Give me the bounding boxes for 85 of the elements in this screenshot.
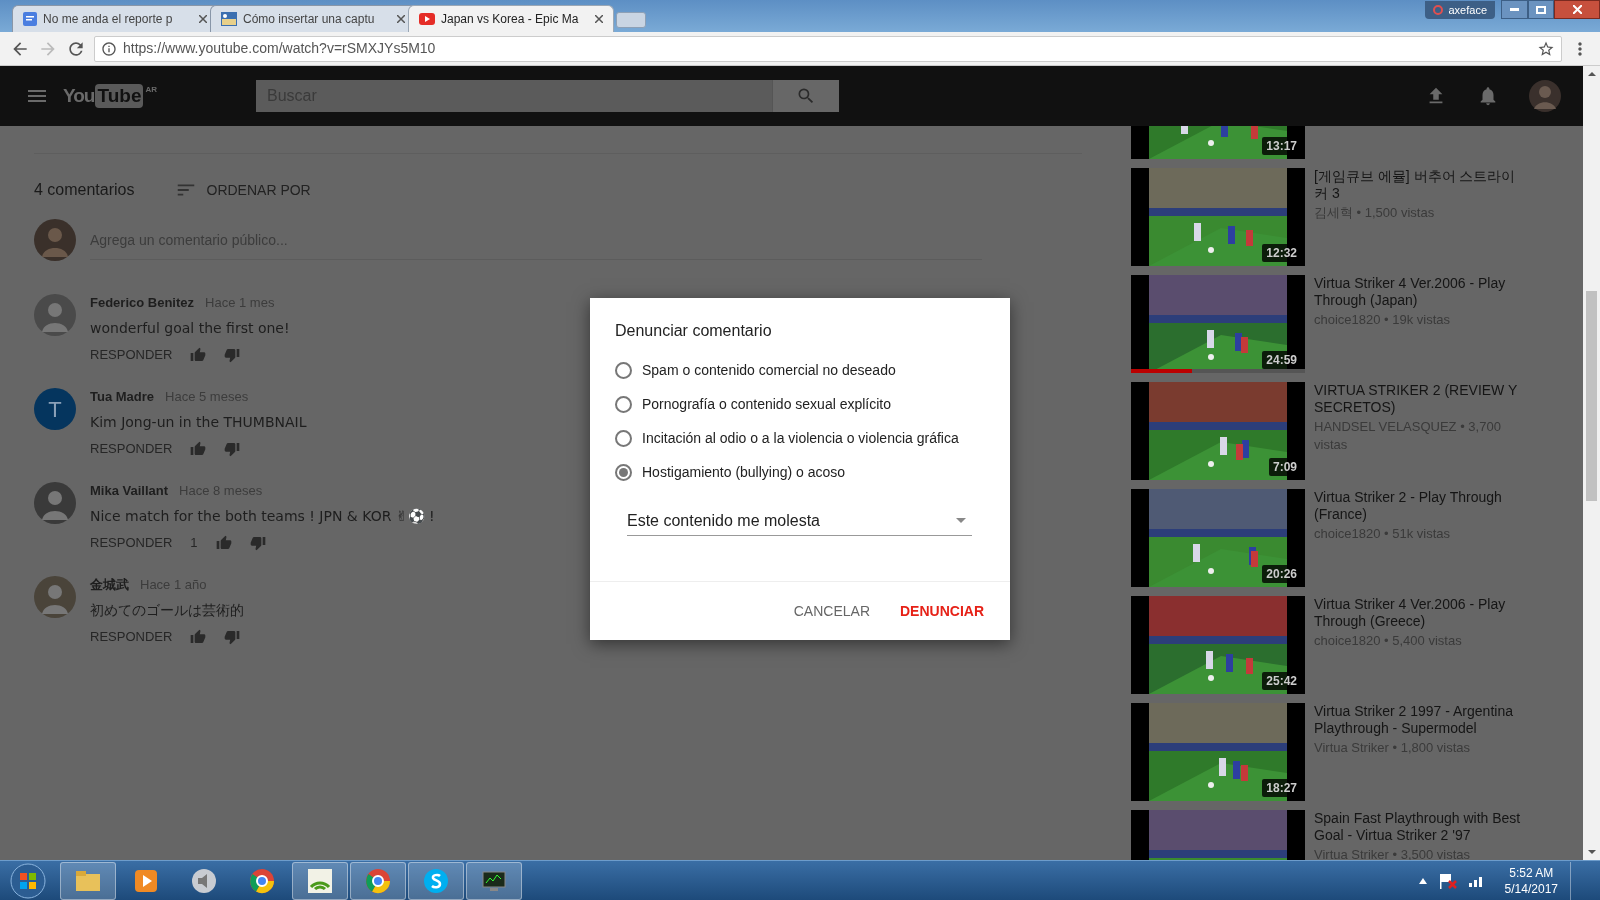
thumbs-up-icon[interactable] [215, 534, 232, 551]
chat-icon[interactable] [422, 866, 450, 895]
option-label: Pornografía o contenido sexual explícito [642, 394, 892, 414]
close-tab-icon[interactable] [199, 15, 207, 23]
comment-text: Kim Jong-un in the THUMBNAIL [90, 413, 307, 432]
show-hidden-icons-icon[interactable] [1418, 877, 1427, 884]
thumbs-down-icon[interactable] [224, 440, 241, 457]
comment-author[interactable]: Tua Madre [90, 387, 155, 407]
reason-dropdown[interactable]: Este contenido me molesta [627, 506, 972, 536]
reply-button[interactable]: RESPONDER [90, 533, 173, 553]
url-text: https://www.youtube.com/watch?v=rSMXJYs5M10 [123, 39, 437, 58]
comment-text: 初めてのゴールは芸術的 [90, 601, 244, 620]
video-title[interactable]: Virtua Striker 4 Ver.2006 - Play Through (Japan) [1314, 275, 1526, 309]
maximize-button[interactable] [1528, 0, 1554, 19]
info-icon[interactable] [101, 40, 117, 57]
browser-tab[interactable]: Japan vs Korea - Epic Ma [408, 5, 614, 32]
video-title[interactable]: Virtua Striker 2 - Play Through (France) [1314, 489, 1526, 523]
radio-button[interactable] [615, 429, 632, 447]
start-button[interactable] [10, 862, 46, 899]
reply-button[interactable]: RESPONDER [90, 439, 173, 459]
radio-button[interactable] [615, 463, 632, 481]
comment-count: 4 comentarios [34, 180, 135, 200]
minimize-button[interactable] [1501, 0, 1528, 19]
thumbs-up-icon[interactable] [190, 346, 207, 363]
option-label: Incitación al odio o a la violencia o violencia gráfica [642, 428, 959, 448]
thumbs-up-icon[interactable] [190, 440, 207, 457]
comment-author[interactable]: Mika Vaillant [90, 481, 169, 501]
scroll-up-icon[interactable] [1587, 72, 1596, 76]
address-field[interactable]: https://www.youtube.com/watch?v=rSMXJYs5M10 [94, 35, 1562, 62]
profile-name: axeface [1448, 2, 1487, 18]
thumbs-down-icon[interactable] [249, 534, 266, 551]
browser-icon[interactable] [248, 866, 276, 895]
browser-icon[interactable] [364, 866, 392, 895]
video-title[interactable]: [게임큐브 에뮬] 버추어 스트라이커 3 [1314, 168, 1526, 202]
report-option[interactable]: Pornografía o contenido sexual explícito [615, 387, 1010, 421]
option-label: Spam o contenido comercial no deseado [642, 360, 896, 380]
account-avatar-icon[interactable] [1529, 80, 1561, 112]
scrollbar-thumb[interactable] [1586, 291, 1597, 501]
search-button[interactable] [772, 80, 840, 112]
document-icon [23, 12, 37, 26]
close-tab-icon[interactable] [595, 15, 603, 23]
close-tab-icon[interactable] [397, 15, 405, 23]
avatar-icon [34, 482, 76, 524]
video-title[interactable]: Spain Fast Playthrough with Best Goal - Virtua Striker 2 '97 [1314, 810, 1526, 844]
close-window-button[interactable] [1554, 0, 1600, 19]
video-title[interactable]: VIRTUA STRIKER 2 (REVIEW Y SECRETOS) [1314, 382, 1526, 416]
like-count: 1 [190, 534, 198, 552]
option-label: Hostigamiento (bullying) o acoso [642, 462, 846, 482]
video-play-icon [419, 13, 435, 25]
dialog-title: Denunciar comentario [615, 321, 773, 341]
report-option[interactable]: Incitación al odio o a la violencia o violencia gráfica [615, 421, 1010, 455]
report-option[interactable]: Hostigamiento (bullying) o acoso [615, 455, 1010, 489]
cancel-button[interactable]: CANCELAR [789, 600, 874, 622]
radio-button[interactable] [615, 395, 632, 413]
reply-button[interactable]: RESPONDER [90, 627, 173, 647]
comment-text: Nice match for the both teams ! JPN & KOR ✌⚽ ! [90, 507, 435, 526]
sort-button[interactable]: ORDENAR POR [174, 179, 311, 201]
close-icon[interactable] [1572, 5, 1582, 14]
dropdown-caret-icon [956, 518, 966, 523]
report-button[interactable]: DENUNCIAR [896, 600, 988, 622]
avatar-icon: T [34, 388, 76, 430]
speaker-icon[interactable] [190, 866, 218, 895]
scroll-down-icon[interactable] [1587, 850, 1596, 854]
radio-button[interactable] [615, 361, 632, 379]
video-title[interactable]: Virtua Striker 2 1997 - Argentina Playthrough - Supermodel [1314, 703, 1526, 737]
clock[interactable]: 5:52 AM 5/14/2017 [1504, 864, 1558, 897]
profile-icon [1433, 5, 1444, 15]
avatar-icon [34, 576, 76, 618]
profile-button[interactable]: axeface [1425, 1, 1495, 19]
avatar-icon [34, 294, 76, 336]
comment-author[interactable]: Federico Benitez [90, 293, 195, 313]
wifi-icon[interactable] [306, 866, 334, 895]
video-item[interactable]: 13:17 [1131, 126, 1561, 159]
comment-author[interactable]: 金城武 [90, 575, 129, 595]
image-icon [221, 12, 237, 26]
video-title[interactable]: Virtua Striker 4 Ver.2006 - Play Through (Greece) [1314, 596, 1526, 630]
user-avatar-icon [34, 219, 76, 261]
report-option[interactable]: Spam o contenido comercial no deseado [615, 353, 1010, 387]
thumbs-down-icon[interactable] [224, 346, 241, 363]
signal-bars-icon[interactable] [1468, 874, 1483, 887]
reply-button[interactable]: RESPONDER [90, 345, 173, 365]
flag-error-icon[interactable] [1438, 872, 1457, 889]
comment-text: wonderful goal the first one! [90, 319, 290, 338]
thumbs-down-icon[interactable] [224, 628, 241, 645]
thumbs-up-icon[interactable] [190, 628, 207, 645]
